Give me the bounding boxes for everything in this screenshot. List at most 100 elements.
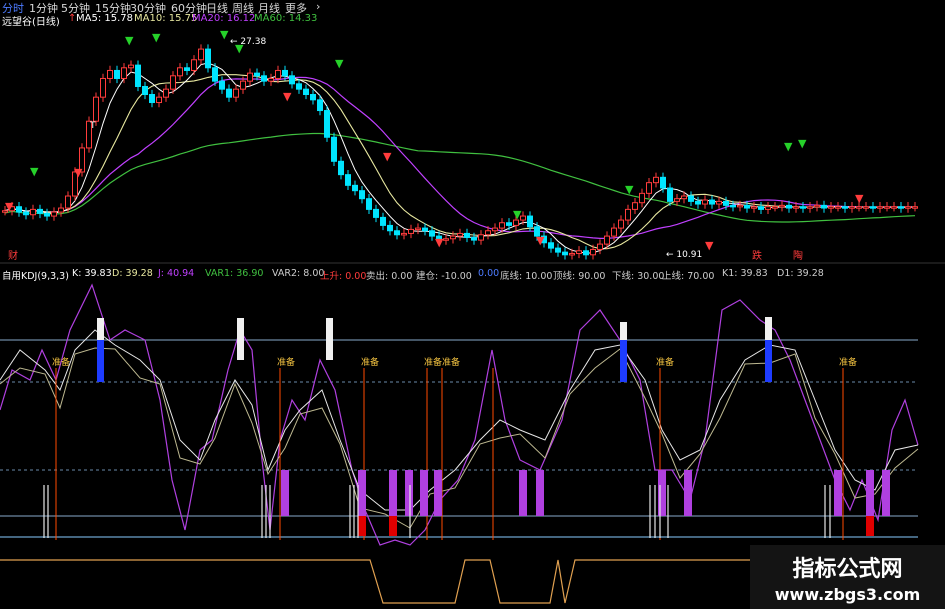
candle-body — [751, 206, 757, 209]
candle-body — [646, 182, 652, 194]
candle-body — [128, 64, 134, 69]
kdj-k-line — [0, 329, 919, 511]
candle-body — [191, 59, 197, 71]
candle-body — [674, 198, 680, 202]
candle-body — [226, 88, 232, 98]
candle-body — [744, 204, 750, 209]
candle-body — [163, 88, 169, 98]
candle-body — [681, 195, 687, 200]
buy-arrow-icon: ▼ — [5, 200, 14, 213]
candle-body — [331, 136, 337, 162]
candle-body — [905, 206, 911, 209]
die-marker: 跌 — [752, 249, 762, 262]
sell-arrow-icon: ▼ — [125, 34, 134, 47]
kdj-d-line — [0, 347, 919, 529]
candle-body — [597, 243, 603, 250]
tao-marker: 陶 — [793, 249, 803, 262]
candle-body — [499, 222, 505, 229]
candle-body — [205, 48, 211, 69]
buy-arrow-icon: ▼ — [705, 239, 714, 252]
candle-body — [485, 230, 491, 236]
candle-body — [639, 192, 645, 204]
purple-bar — [658, 470, 666, 516]
candle-body — [275, 69, 281, 79]
candle-body — [723, 200, 729, 206]
buy-arrow-icon: ▼ — [74, 166, 83, 179]
t-marker: T — [89, 121, 96, 131]
candle-body — [849, 206, 855, 209]
candle-body — [618, 219, 624, 229]
candle-body — [562, 251, 568, 256]
purple-bar — [420, 470, 428, 516]
purple-bar — [684, 470, 692, 516]
candle-body — [142, 85, 148, 96]
candle-body — [65, 195, 71, 209]
watermark-url: www.zbgs3.com — [774, 585, 921, 604]
candle-body — [891, 206, 897, 209]
bottom-step-line — [0, 559, 750, 604]
candle-body — [506, 222, 512, 226]
watermark: 指标公式网 www.zbgs3.com — [750, 545, 945, 609]
buy-arrow-icon: ▼ — [536, 234, 545, 247]
candle-body — [779, 204, 785, 208]
candle-body — [401, 232, 407, 236]
signal-label: 准备 — [656, 356, 674, 368]
candle-body — [611, 227, 617, 237]
candle-body — [660, 176, 666, 189]
candle-body — [352, 184, 358, 192]
candle-body — [37, 208, 43, 214]
signal-label: 准备 — [839, 356, 857, 368]
candle-body — [807, 206, 813, 209]
blue-bar — [97, 340, 104, 382]
candle-body — [737, 204, 743, 208]
candle-body — [912, 206, 918, 209]
candle-body — [261, 75, 267, 82]
candle-body — [590, 248, 596, 256]
candle-body — [457, 232, 463, 237]
candle-body — [149, 94, 155, 104]
purple-bar — [405, 470, 413, 516]
signal-label: 准备 — [277, 356, 295, 368]
candle-body — [198, 48, 204, 61]
candle-body — [688, 195, 694, 202]
candle-body — [338, 160, 344, 176]
kdj-j-line — [0, 283, 919, 546]
watermark-title: 指标公式网 — [792, 557, 903, 582]
candle-body — [856, 206, 862, 209]
candle-body — [898, 206, 904, 209]
purple-bar — [882, 470, 890, 516]
candle-body — [177, 67, 183, 77]
candle-body — [359, 190, 365, 200]
signal-label: 准备 — [361, 356, 379, 368]
kdj-black-box — [305, 288, 637, 320]
purple-bar — [536, 470, 544, 516]
candle-body — [632, 202, 638, 210]
candle-body — [247, 72, 253, 82]
price-panel-bg — [535, 0, 945, 140]
candle-body — [296, 83, 302, 90]
candle-body — [184, 67, 190, 71]
candle-body — [604, 235, 610, 245]
candle-body — [576, 250, 582, 254]
candle-body — [310, 94, 316, 101]
candle-body — [793, 206, 799, 209]
top-white-bar — [326, 318, 333, 360]
candle-body — [100, 77, 106, 98]
candle-body — [44, 212, 50, 217]
candle-body — [16, 206, 22, 213]
candle-body — [373, 208, 379, 218]
sell-arrow-icon: ▼ — [513, 208, 522, 221]
purple-bar — [389, 470, 397, 516]
candle-body — [394, 230, 400, 236]
candle-body — [212, 67, 218, 82]
candle-body — [555, 247, 561, 253]
candle-body — [842, 206, 848, 209]
candle-body — [268, 77, 274, 82]
sell-arrow-icon: ▼ — [152, 31, 161, 44]
candle-body — [716, 200, 722, 205]
candle-body — [170, 75, 176, 90]
candle-body — [863, 206, 869, 209]
candle-body — [254, 72, 260, 77]
candle-body — [800, 206, 806, 209]
candle-body — [289, 75, 295, 85]
